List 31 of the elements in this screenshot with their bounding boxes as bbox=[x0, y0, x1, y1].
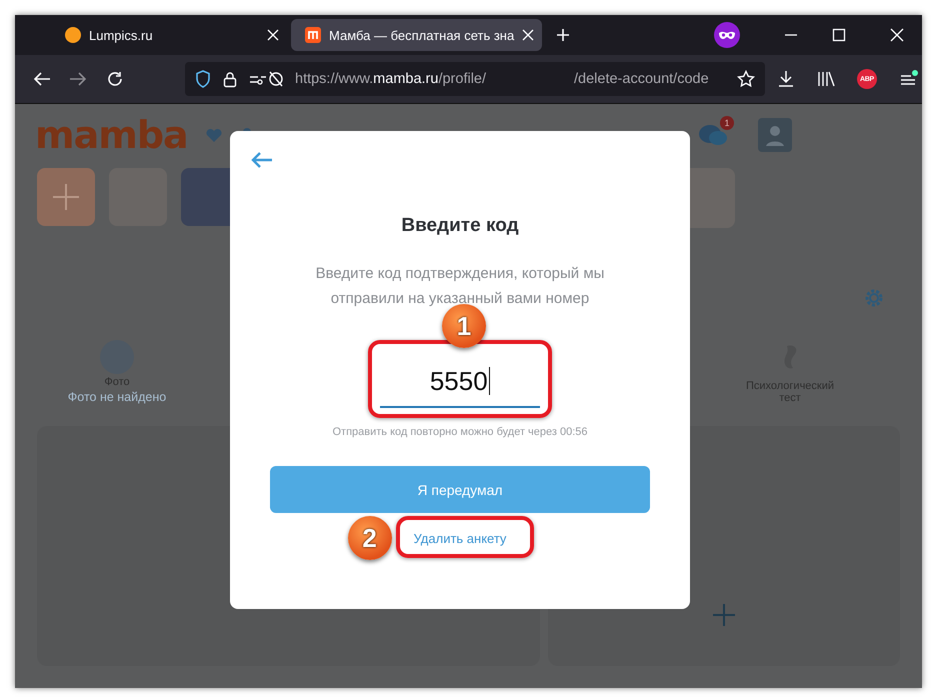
plus-icon bbox=[51, 182, 81, 212]
lock-icon[interactable] bbox=[223, 70, 237, 88]
step-number-badge: 1 bbox=[442, 304, 486, 348]
menu-icon[interactable] bbox=[899, 70, 919, 88]
close-icon[interactable] bbox=[890, 28, 904, 42]
maximize-icon[interactable] bbox=[832, 28, 846, 42]
dialog-title: Введите код bbox=[401, 215, 519, 237]
browser-tab[interactable]: Lumpics.ru bbox=[51, 19, 287, 51]
notification-count: 1 bbox=[720, 116, 734, 130]
reload-icon[interactable] bbox=[107, 71, 123, 87]
m-letter-favicon bbox=[305, 27, 321, 43]
bookmark-star-icon[interactable] bbox=[737, 70, 755, 88]
resend-timer-note: Отправить код повторно можно будет через 00:56 bbox=[332, 426, 588, 438]
text-cursor bbox=[488, 367, 490, 395]
permissions-icon[interactable] bbox=[249, 70, 283, 88]
url-text[interactable]: https://www.mamba.ru/profile/ /delete-account/code bbox=[295, 71, 709, 87]
forward-arrow-icon bbox=[69, 71, 87, 87]
shield-icon[interactable] bbox=[195, 70, 211, 88]
heart-icon bbox=[206, 128, 222, 142]
browser-tab[interactable]: Мамба — бесплатная сеть зна bbox=[291, 19, 542, 51]
library-icon[interactable] bbox=[817, 70, 835, 88]
address-bar[interactable]: https://www.mamba.ru/profile/ /delete-account/code bbox=[185, 62, 765, 96]
photo-status: Фото не найдено bbox=[68, 390, 166, 404]
close-tab-icon[interactable] bbox=[267, 29, 279, 41]
new-tab-icon[interactable] bbox=[556, 28, 570, 42]
download-icon[interactable] bbox=[777, 70, 795, 88]
close-tab-icon[interactable] bbox=[522, 29, 534, 41]
private-mask-icon[interactable] bbox=[714, 22, 740, 48]
circle-favicon bbox=[65, 27, 81, 43]
code-input-field[interactable]: 5550 bbox=[380, 356, 540, 408]
step-number-badge: 2 bbox=[348, 516, 392, 560]
